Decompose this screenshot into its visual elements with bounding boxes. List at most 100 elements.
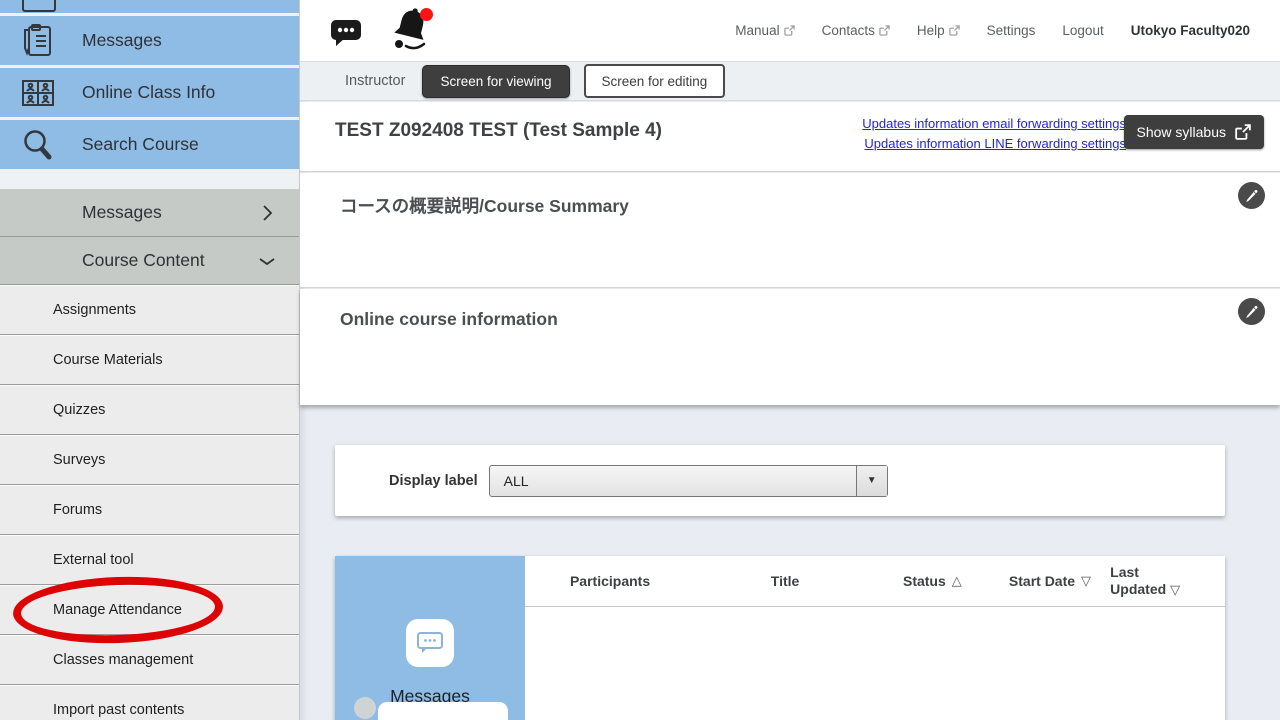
table-body-empty [525,607,1225,720]
nav-settings[interactable]: Settings [987,23,1036,38]
edit-course-summary-button[interactable] [1238,182,1265,209]
chat-bubble-tile-icon [406,619,454,667]
select-value: ALL [490,473,856,489]
table-header-row: Participants Title Status△ Start Date▽ L… [525,556,1225,607]
sidebar-item-course-materials[interactable]: Course Materials [0,335,299,385]
nav-logout[interactable]: Logout [1062,23,1103,38]
sidebar-item-online-class-info[interactable]: Online Class Info [0,68,299,117]
sidebar-item-quizzes[interactable]: Quizzes [0,385,299,435]
email-forwarding-link[interactable]: Updates information email forwarding set… [862,116,1126,131]
external-link-icon [879,25,890,36]
button-label: Screen for viewing [440,74,551,89]
sidebar-group-course-content[interactable]: Course Content [0,237,299,285]
item-label: Quizzes [53,402,105,418]
top-nav: Manual Contacts Help Settings Logout Uto… [735,0,1250,61]
sort-asc-icon[interactable]: △ [952,573,962,589]
sidebar-item-label: Messages [82,30,162,51]
external-link-icon [784,25,795,36]
forwarding-links: Updates information email forwarding set… [862,116,1126,151]
page: Messages Online Class Info [0,0,1280,720]
column-header-status[interactable]: Status△ [875,573,990,589]
notification-bell-icon[interactable] [392,4,434,52]
sidebar-item-classes-management[interactable]: Classes management [0,635,299,685]
group-label: Messages [82,202,162,223]
nav-contacts[interactable]: Contacts [822,23,890,38]
sort-desc-icon[interactable]: ▽ [1170,582,1180,597]
screen-for-viewing-button[interactable]: Screen for viewing [422,65,569,98]
chevron-down-icon [257,251,277,271]
main-content: Manual Contacts Help Settings Logout Uto… [300,0,1280,720]
tile-partial-button[interactable] [378,702,508,720]
chevron-right-icon [257,203,277,223]
sidebar-item-import-past-contents[interactable]: Import past contents [0,685,299,720]
nav-label: Manual [735,23,779,38]
external-link-icon [1235,124,1251,140]
sort-desc-icon[interactable]: ▽ [1081,573,1091,589]
item-label: Course Materials [53,352,163,368]
notification-dot [420,8,433,21]
top-bar: Manual Contacts Help Settings Logout Uto… [300,0,1280,61]
screen-for-editing-button[interactable]: Screen for editing [584,64,726,98]
course-title: TEST Z092408 TEST (Test Sample 4) [335,120,662,142]
sidebar-group-messages[interactable]: Messages [0,189,299,237]
pencil-icon [1244,304,1259,319]
messages-table: Participants Title Status△ Start Date▽ L… [525,556,1225,720]
dropdown-arrow-icon[interactable]: ▼ [856,466,887,496]
memo-icon [20,24,56,58]
edit-online-course-info-button[interactable] [1238,298,1265,325]
item-label: Import past contents [53,702,184,718]
partial-icon [22,0,56,12]
item-label: Manage Attendance [53,602,182,618]
sidebar-item-surveys[interactable]: Surveys [0,435,299,485]
sidebar-item-label: Search Course [82,134,199,155]
sidebar-item-assignments[interactable]: Assignments [0,285,299,335]
column-header-last-updated[interactable]: Last Updated▽ [1110,564,1225,598]
sidebar-divider-band [0,172,299,189]
display-label-select[interactable]: ALL ▼ [489,465,888,497]
show-syllabus-button[interactable]: Show syllabus [1124,115,1265,149]
online-course-info-section: Online course information [300,289,1280,405]
chat-bubble-icon[interactable] [330,17,362,47]
item-label: External tool [53,552,134,568]
course-header: TEST Z092408 TEST (Test Sample 4) Update… [300,102,1280,172]
nav-help[interactable]: Help [917,23,960,38]
course-summary-section: コースの概要説明/Course Summary [300,173,1280,288]
column-header-start-date[interactable]: Start Date▽ [990,573,1110,589]
nav-label: Settings [987,23,1036,38]
sidebar-item-forums[interactable]: Forums [0,485,299,535]
column-header-title: Title [695,573,875,589]
nav-label: Help [917,23,945,38]
display-label-text: Display label [389,473,478,489]
sidebar-item-partial[interactable] [0,0,299,13]
sidebar: Messages Online Class Info [0,0,300,720]
button-label: Screen for editing [602,74,708,89]
sidebar-item-messages-top[interactable]: Messages [0,16,299,65]
nav-label: Logout [1062,23,1103,38]
view-mode-bar: Instructor Screen for viewing Screen for… [300,61,1280,101]
user-name: Utokyo Faculty020 [1131,23,1250,38]
tile-partial-circle [354,697,376,719]
sidebar-item-search-course[interactable]: Search Course [0,120,299,169]
nav-label: Contacts [822,23,875,38]
search-icon [20,128,56,162]
messages-tile[interactable]: Messages [335,556,525,720]
nav-manual[interactable]: Manual [735,23,794,38]
grid-people-icon [20,76,56,110]
item-label: Surveys [53,452,105,468]
item-label: Classes management [53,652,193,668]
group-label: Course Content [82,250,205,271]
line-forwarding-link[interactable]: Updates information LINE forwarding sett… [864,136,1126,151]
role-label: Instructor [345,73,405,89]
sidebar-item-external-tool[interactable]: External tool [0,535,299,585]
messages-panel: Messages Participants Title Status△ Star… [335,556,1225,720]
pencil-icon [1244,188,1259,203]
filter-panel: Display label ALL ▼ [335,445,1225,516]
item-label: Assignments [53,302,136,318]
column-header-participants: Participants [525,573,695,589]
item-label: Forums [53,502,102,518]
sidebar-item-label: Online Class Info [82,82,215,103]
sidebar-item-manage-attendance[interactable]: Manage Attendance [0,585,299,635]
section-heading: コースの概要説明/Course Summary [340,193,629,218]
section-heading: Online course information [340,309,558,330]
button-label: Show syllabus [1137,124,1227,140]
